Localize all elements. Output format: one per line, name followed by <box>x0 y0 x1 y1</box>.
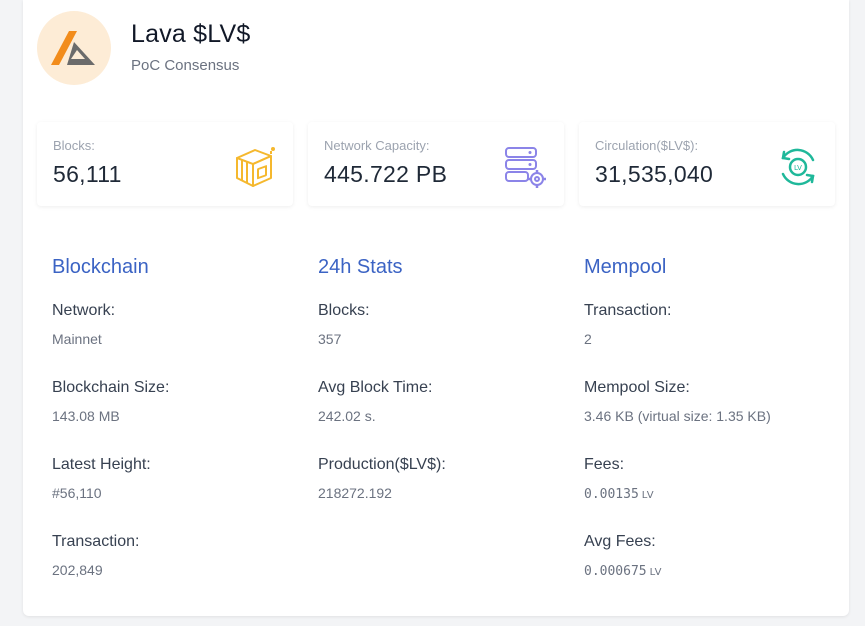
fees-unit: LV <box>641 490 655 501</box>
field-fees: Fees: 0.00135 LV <box>584 455 839 532</box>
page-title: Lava $LV$ <box>131 20 251 48</box>
field-value: 0.000675 LV <box>584 561 839 579</box>
lava-logo <box>37 11 111 85</box>
field-production: Production($LV$): 218272.192 <box>318 455 568 532</box>
field-label: Mempool Size: <box>584 379 690 396</box>
field-label: Avg Fees: <box>584 533 656 550</box>
section-blockchain: Blockchain Network: Mainnet Blockchain S… <box>52 255 302 609</box>
field-value: 143.08 MB <box>52 408 120 424</box>
field-value: 202,849 <box>52 562 103 578</box>
page-subtitle: PoC Consensus <box>131 57 240 74</box>
avg-fees-unit: LV <box>649 567 662 578</box>
lava-logo-icon <box>51 31 95 65</box>
field-value: 2 <box>584 331 592 347</box>
field-avg-fees: Avg Fees: 0.000675 LV <box>584 532 839 609</box>
field-value: 218272.192 <box>318 485 392 501</box>
stat-blocks-value: 56,111 <box>53 161 122 187</box>
fees-amount: 0.00135 <box>584 487 639 502</box>
field-value: 357 <box>318 331 342 347</box>
field-label: Blockchain Size: <box>52 379 170 396</box>
avg-fees-amount: 0.000675 <box>584 564 647 579</box>
field-value: 242.02 s. <box>318 408 376 424</box>
field-label: Avg Block Time: <box>318 379 433 396</box>
field-24h-blocks: Blocks: 357 <box>318 301 568 378</box>
stat-capacity-label: Network Capacity: <box>324 138 430 153</box>
field-value: 0.00135 LV <box>584 484 839 502</box>
section-mempool: Mempool Transaction: 2 Mempool Size: 3.4… <box>584 255 839 609</box>
server-gear-icon <box>505 147 546 188</box>
section-24h-stats-title: 24h Stats <box>318 256 403 278</box>
section-mempool-title: Mempool <box>584 256 667 278</box>
stat-blocks-label: Blocks: <box>53 138 95 153</box>
network-summary-card: Lava $LV$ PoC Consensus Blocks: 56,111 N… <box>23 0 849 616</box>
field-transaction: Transaction: 202,849 <box>52 532 302 609</box>
field-label: Blocks: <box>318 302 370 319</box>
field-network: Network: Mainnet <box>52 301 302 378</box>
stat-blocks: Blocks: 56,111 <box>37 122 293 206</box>
section-24h-stats: 24h Stats Blocks: 357 Avg Block Time: 24… <box>318 255 568 532</box>
field-label: Latest Height: <box>52 456 151 473</box>
svg-text:LV: LV <box>794 164 802 172</box>
field-mempool-size: Mempool Size: 3.46 KB (virtual size: 1.3… <box>584 378 839 455</box>
stat-circulation: Circulation($LV$): 31,535,040 LV <box>579 122 835 206</box>
field-label: Fees: <box>584 456 625 473</box>
field-value: Mainnet <box>52 331 102 347</box>
stat-network-capacity: Network Capacity: 445.722 PB <box>308 122 564 206</box>
field-label: Transaction: <box>52 533 140 550</box>
stat-circulation-value: 31,535,040 <box>595 161 714 187</box>
field-label: Network: <box>52 302 116 319</box>
field-label: Production($LV$): <box>318 456 446 473</box>
blocks-cube-icon <box>236 147 275 187</box>
field-value: #56,110 <box>52 485 102 501</box>
field-value: 3.46 KB (virtual size: 1.35 KB) <box>584 408 771 424</box>
stat-capacity-value: 445.722 PB <box>324 161 448 187</box>
field-mempool-transaction: Transaction: 2 <box>584 301 839 378</box>
section-blockchain-title: Blockchain <box>52 256 149 278</box>
field-latest-height: Latest Height: #56,110 <box>52 455 302 532</box>
stat-circulation-label: Circulation($LV$): <box>595 138 699 153</box>
circulation-coin-icon: LV <box>781 148 815 186</box>
field-avg-block-time: Avg Block Time: 242.02 s. <box>318 378 568 455</box>
field-blockchain-size: Blockchain Size: 143.08 MB <box>52 378 302 455</box>
field-label: Transaction: <box>584 302 672 319</box>
